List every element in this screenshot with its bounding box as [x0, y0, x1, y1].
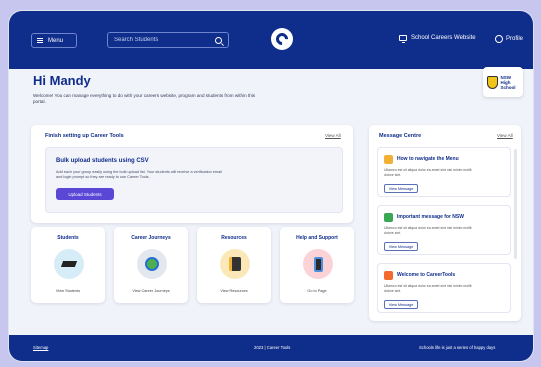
logo-mark-icon [273, 30, 291, 48]
globe-icon [145, 257, 159, 271]
tile-image [303, 249, 333, 279]
setup-view-all-link[interactable]: View All [325, 133, 341, 138]
footer-tagline: Schools life is just a series of happy d… [419, 345, 496, 350]
message-text: Ullamco est sit aliqua dolor ea amet sin… [384, 168, 472, 177]
app-window: Menu School Careers Website Profile Hi M… [8, 10, 534, 362]
message-text: Ullamco est sit aliqua dolor ea amet sin… [384, 226, 472, 235]
message-item: Important message for NSW Ullamco est si… [377, 205, 511, 255]
view-message-button[interactable]: View Message [384, 184, 418, 193]
message-icon [384, 155, 393, 164]
message-title: Important message for NSW [397, 214, 464, 220]
setup-card: Finish setting up Career Tools View All … [31, 125, 353, 223]
school-badge: NSW High School [483, 67, 523, 97]
view-message-button[interactable]: View Message [384, 300, 418, 309]
bulk-upload-title: Bulk upload students using CSV [56, 158, 149, 164]
tile-title: Resources [221, 235, 247, 241]
school-badge-line2: High School [500, 79, 516, 90]
footer: Sitemap 2023 | Career Tools Schools life… [9, 335, 533, 361]
profile-link[interactable]: Profile [495, 35, 523, 43]
tile-link[interactable]: Go to Page [280, 289, 354, 293]
top-header: Menu School Careers Website Profile [9, 11, 533, 69]
tile-help-support[interactable]: Help and Support Go to Page [280, 227, 354, 303]
copyright-text: 2023 | Career Tools [254, 345, 291, 350]
message-item: How to navigate the Menu Ullamco est sit… [377, 147, 511, 197]
tile-resources[interactable]: Resources View Resources [197, 227, 271, 303]
sitemap-link[interactable]: Sitemap [33, 345, 48, 350]
tile-link[interactable]: View Resources [197, 289, 271, 293]
profile-label: Profile [506, 36, 524, 42]
hamburger-icon [37, 38, 43, 43]
tile-link[interactable]: View Career Journeys [114, 289, 188, 293]
message-title: How to navigate the Menu [397, 156, 459, 162]
search-icon[interactable] [215, 36, 222, 44]
monitor-icon [399, 35, 407, 43]
bulk-upload-panel: Bulk upload students using CSV Add each … [45, 147, 343, 213]
message-title: Welcome to CareerTools [397, 272, 456, 278]
view-message-button[interactable]: View Message [384, 242, 418, 251]
setup-title: Finish setting up Career Tools [45, 133, 124, 139]
message-item: Welcome to CareerTools Ullamco est sit a… [377, 263, 511, 313]
graduation-cap-icon [60, 261, 78, 267]
tile-image [137, 249, 167, 279]
tile-image [220, 249, 250, 279]
school-website-link[interactable]: School Careers Website [399, 35, 476, 43]
tile-career-journeys[interactable]: Career Journeys View Career Journeys [114, 227, 188, 303]
tile-link[interactable]: View Students [31, 289, 105, 293]
message-centre: Message Centre View All How to navigate … [369, 125, 521, 321]
search-input[interactable] [114, 37, 215, 43]
scrollbar[interactable] [514, 149, 517, 259]
welcome-text: Welcome! You can manage everything to do… [33, 93, 256, 104]
book-icon [229, 257, 241, 271]
school-crest-icon [487, 75, 498, 89]
message-icon [384, 213, 393, 222]
profile-icon [495, 35, 503, 43]
message-centre-title: Message Centre [379, 133, 422, 139]
school-website-label: School Careers Website [411, 35, 476, 41]
tile-title: Students [57, 235, 79, 241]
message-text: Ullamco est sit aliqua dolor ea amet sin… [384, 284, 472, 293]
phone-icon [313, 256, 323, 272]
tile-students[interactable]: Students View Students [31, 227, 105, 303]
tile-title: Help and Support [296, 235, 338, 241]
menu-button[interactable]: Menu [31, 33, 77, 48]
tile-image [54, 249, 84, 279]
tile-title: Career Journeys [131, 235, 171, 241]
page-title: Hi Mandy [33, 73, 91, 88]
search-bar[interactable] [107, 32, 229, 48]
bulk-upload-text: Add each your group easily using the bul… [56, 170, 222, 179]
messages-view-all-link[interactable]: View All [497, 133, 513, 138]
message-icon [384, 271, 393, 280]
upload-students-button[interactable]: Upload Students [56, 188, 114, 200]
menu-label: Menu [48, 37, 64, 44]
career-tools-logo[interactable] [271, 28, 293, 50]
